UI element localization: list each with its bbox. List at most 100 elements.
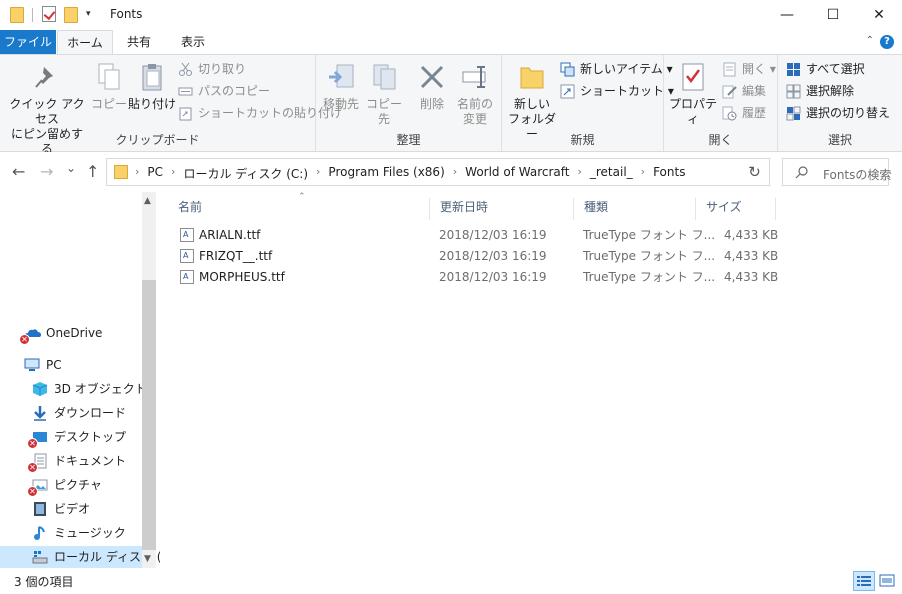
new-group-label: 新規 [570,133,595,147]
clipboard-group: クイック アクセス にピン留めする コピー 貼り付け 切り取り パスのコピー シ… [0,55,342,156]
properties-button[interactable]: プロパティ [666,61,720,127]
tab-share[interactable]: 共有 [118,30,160,54]
breadcrumb-local-disk[interactable]: ローカル ディスク (C:) [183,165,308,182]
up-button[interactable]: ↑ [86,162,99,181]
properties-quick-icon[interactable] [42,6,56,22]
ribbon: クイック アクセス にピン留めする コピー 貼り付け 切り取り パスのコピー シ… [0,54,902,156]
table-row[interactable]: FRIZQT__.ttf 2018/12/03 16:19 TrueType フ… [160,246,780,267]
tab-home[interactable]: ホーム [57,30,113,54]
sidebar-item-local-disk[interactable]: ローカル ディスク (C [0,546,170,568]
nav-scrollbar-thumb[interactable] [142,280,156,550]
sidebar-item-label: 3D オブジェクト [54,382,147,396]
file-type: TrueType フォント フ... [583,249,716,263]
move-to-button[interactable]: 移動先 [320,61,362,112]
table-row[interactable]: ARIALN.ttf 2018/12/03 16:19 TrueType フォン… [160,225,780,246]
breadcrumb-fonts[interactable]: Fonts [653,165,685,182]
open-group-label: 開く [708,133,733,147]
quick-access-dropdown[interactable]: ▾ [86,9,91,19]
sidebar-item-label: ダウンロード [54,406,127,420]
search-placeholder: Fontsの検索 [823,168,892,182]
delete-button[interactable]: 削除 [412,61,452,112]
tab-view[interactable]: 表示 [172,30,214,54]
organize-group: 移動先 コピー先 削除 名前の 変更 整理 [316,55,502,151]
sidebar-item-desktop[interactable]: ✕ デスクトップ [0,426,142,449]
forward-button[interactable]: → [40,162,53,181]
invert-selection-button[interactable]: 選択の切り替え [786,103,890,123]
paste-icon [136,61,168,93]
font-file-icon [180,228,194,242]
recent-locations-button[interactable]: ⌄ [66,161,76,175]
breadcrumb-program-files[interactable]: Program Files (x86) [328,165,444,182]
column-header-modified[interactable]: 更新日時 [430,198,574,220]
pc-icon [24,357,40,373]
edit-label: 編集 [742,84,767,98]
select-none-icon [786,84,801,99]
tab-file[interactable]: ファイル [0,30,56,54]
maximize-button[interactable]: ☐ [810,0,856,30]
sidebar-item-videos[interactable]: ビデオ [0,498,142,520]
select-all-icon [786,62,801,77]
sidebar-item-documents[interactable]: ✕ ドキュメント [0,450,142,473]
copy-button[interactable]: コピー [90,61,128,112]
scissors-icon [178,62,193,77]
properties-label: プロパティ [668,97,717,126]
back-button[interactable]: ← [12,162,25,181]
sidebar-item-onedrive[interactable]: ✕ OneDrive [0,322,142,345]
minimize-button[interactable]: — [764,0,810,30]
sidebar-item-label: OneDrive [46,326,103,340]
title-bar: ▾ Fonts — ☐ ✕ [0,0,902,30]
easy-access-button[interactable]: ショートカット ▾ [560,81,674,101]
file-modified: 2018/12/03 16:19 [439,270,547,284]
copy-path-button[interactable]: パスのコピー [178,81,270,101]
cut-button[interactable]: 切り取り [178,59,246,79]
sidebar-item-label: PC [46,358,62,372]
copy-path-icon [178,84,193,99]
edit-button[interactable]: 編集 [722,81,766,101]
column-header-name[interactable]: 名前 [168,198,430,220]
close-button[interactable]: ✕ [856,0,902,30]
scroll-up-icon[interactable]: ▲ [144,196,151,206]
properties-icon [677,61,709,93]
edit-icon [722,84,737,99]
new-item-button[interactable]: 新しいアイテム ▾ [560,59,673,79]
rename-icon [459,61,491,93]
paste-button[interactable]: 貼り付け [128,61,176,112]
delete-icon [416,61,448,93]
rename-label-2: 変更 [462,112,487,126]
rename-button[interactable]: 名前の 変更 [454,61,496,127]
sidebar-item-3d-objects[interactable]: 3D オブジェクト [0,378,147,400]
new-folder-button[interactable]: 新しい フォルダー [506,61,558,142]
history-button[interactable]: 履歴 [722,103,766,123]
file-name: FRIZQT__.ttf [199,249,273,263]
cut-label: 切り取り [198,62,247,76]
download-icon [32,405,48,421]
column-header-size[interactable]: サイズ [696,198,776,220]
new-item-icon [560,62,575,77]
copy-to-button[interactable]: コピー先 [362,61,406,127]
refresh-button[interactable]: ↻ [740,158,770,186]
open-button[interactable]: 開く ▾ [722,59,776,79]
search-box[interactable]: Fontsの検索 [782,158,892,186]
invert-selection-icon [786,106,801,121]
open-icon [722,62,737,77]
sidebar-item-pc[interactable]: PC [0,354,142,376]
new-folder-quick-icon[interactable] [64,7,78,23]
breadcrumb-retail[interactable]: _retail_ [590,165,633,182]
select-all-button[interactable]: すべて選択 [786,59,865,79]
breadcrumb-world-of-warcraft[interactable]: World of Warcraft [465,165,569,182]
column-header-type[interactable]: 種類 [574,198,696,220]
sidebar-item-music[interactable]: ミュージック [0,522,142,544]
ribbon-collapse-icon[interactable]: ⌃ [866,35,874,46]
help-icon[interactable]: ? [880,35,894,49]
sidebar-item-pictures[interactable]: ✕ ピクチャ [0,474,142,497]
details-view-button[interactable] [853,571,875,591]
table-row[interactable]: MORPHEUS.ttf 2018/12/03 16:19 TrueType フ… [160,267,780,288]
scroll-down-icon[interactable]: ▼ [144,554,151,564]
sidebar-item-downloads[interactable]: ダウンロード [0,402,142,424]
search-icon [795,165,809,183]
address-bar[interactable]: › PC › ローカル ディスク (C:) › Program Files (x… [106,158,827,186]
breadcrumb-pc[interactable]: PC [147,165,163,182]
large-icons-view-button[interactable] [876,571,898,591]
select-none-button[interactable]: 選択解除 [786,81,854,101]
select-group: すべて選択 選択解除 選択の切り替え 選択 [778,55,902,151]
